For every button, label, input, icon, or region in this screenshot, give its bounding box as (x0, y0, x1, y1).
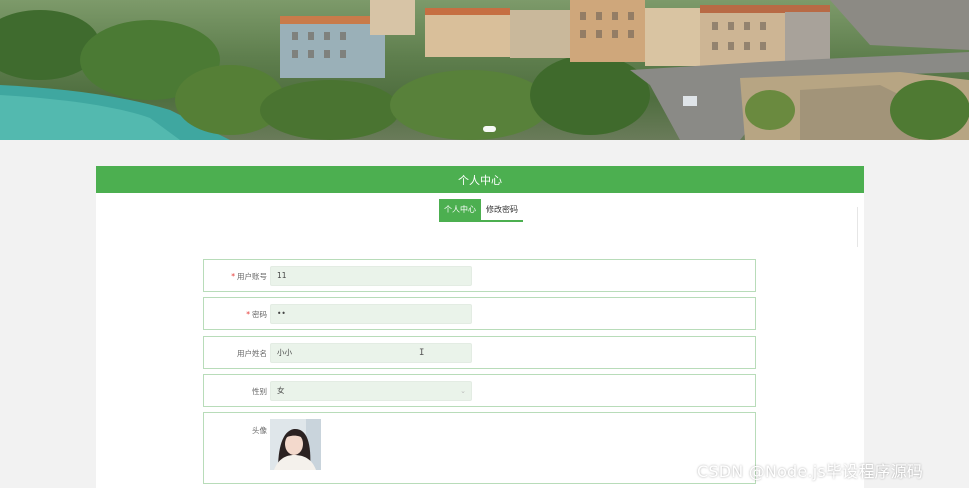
panel-title: 个人中心 (458, 173, 502, 187)
gender-label: 性别 (252, 387, 267, 396)
gender-value: 女 (277, 386, 285, 395)
tab-profile[interactable]: 个人中心 (439, 199, 481, 220)
avatar-image[interactable] (270, 419, 321, 470)
text-cursor-icon: I (419, 348, 425, 358)
watermark: CSDN @Node.js毕设程序源码 (697, 462, 924, 481)
account-label: * 用户账号 (231, 272, 267, 281)
name-input[interactable]: 小小 (270, 343, 472, 363)
form-row-password: * 密码 •• (203, 297, 756, 330)
account-input[interactable]: 11 (270, 266, 472, 286)
password-input[interactable]: •• (270, 304, 472, 324)
avatar-photo (270, 419, 321, 470)
carousel-indicator[interactable] (483, 126, 496, 132)
password-label: * 密码 (246, 310, 267, 319)
required-mark: * (231, 272, 235, 281)
gender-select[interactable]: 女 ⌄ (270, 381, 472, 401)
panel-header: 个人中心 (96, 166, 864, 193)
chevron-down-icon: ⌄ (460, 387, 466, 395)
avatar-label: 头像 (252, 426, 267, 435)
name-label: 用户姓名 (237, 349, 267, 358)
tab-bar: 个人中心 修改密码 (439, 199, 523, 222)
form-row-avatar: 头像 (203, 412, 756, 484)
form-row-name: 用户姓名 小小 (203, 336, 756, 369)
hero-banner (0, 0, 969, 140)
divider (857, 207, 858, 247)
tab-change-password[interactable]: 修改密码 (481, 199, 523, 220)
form-row-gender: 性别 女 ⌄ (203, 374, 756, 407)
banner-landscape-image (0, 0, 969, 140)
required-mark: * (246, 310, 250, 319)
form-row-account: * 用户账号 11 (203, 259, 756, 292)
